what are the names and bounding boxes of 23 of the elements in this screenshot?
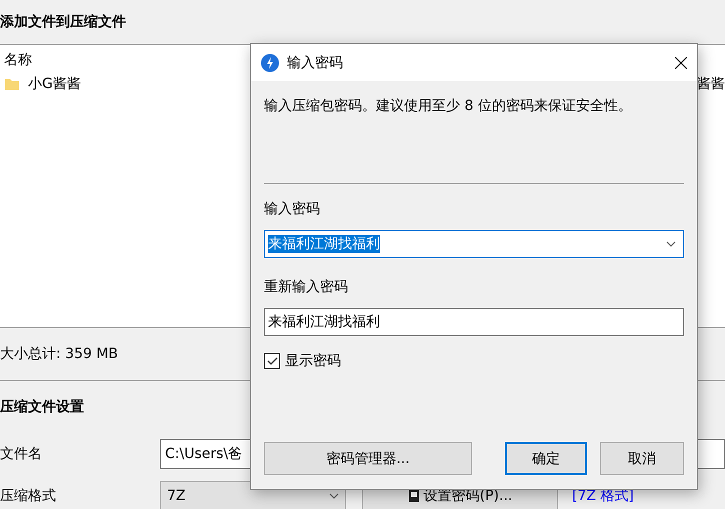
file-name[interactable]: 小G酱酱	[28, 75, 81, 93]
field-label: 压缩格式	[0, 487, 57, 505]
app-icon	[261, 54, 279, 72]
dialog-button[interactable]: 确定	[505, 442, 587, 475]
field-label: 文件名	[0, 445, 43, 463]
dialog-button[interactable]: 密码管理器...	[264, 442, 472, 475]
table-cell: 酱酱	[697, 75, 725, 93]
window-title: 添加文件到压缩文件	[0, 13, 127, 32]
password-combobox[interactable]: 来福利江湖找福利	[264, 230, 684, 258]
dialog-message: 输入压缩包密码。建议使用至少 8 位的密码来保证安全性。	[264, 97, 633, 116]
chevron-down-icon	[329, 493, 339, 499]
checkbox-label: 显示密码	[285, 352, 341, 370]
check-icon	[266, 356, 278, 366]
dialog-title: 输入密码	[287, 54, 344, 72]
checkbox[interactable]	[264, 353, 280, 369]
chevron-down-icon	[666, 241, 676, 247]
close-icon[interactable]	[675, 56, 687, 68]
field-label: 重新输入密码	[264, 278, 349, 297]
dialog-button[interactable]: 取消	[600, 442, 684, 475]
input-field[interactable]: 来福利江湖找福利	[264, 308, 684, 336]
field-label: 输入密码	[264, 200, 321, 219]
folder-icon	[4, 76, 20, 92]
section-title: 压缩文件设置	[0, 398, 85, 417]
